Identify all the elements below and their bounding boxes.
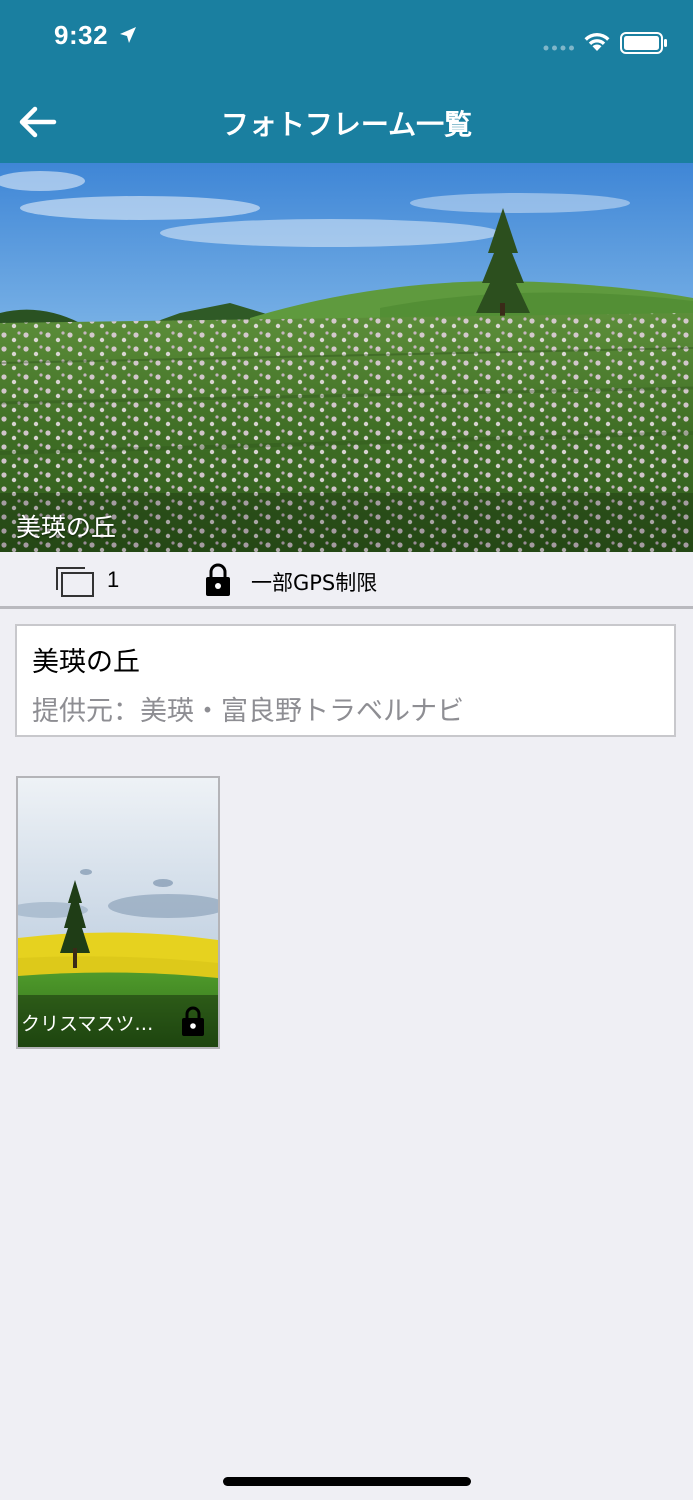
battery-icon: [620, 32, 667, 54]
status-time: 9:32: [54, 20, 109, 50]
home-indicator: [223, 1477, 471, 1486]
info-bar: 1 一部GPS制限: [0, 552, 693, 609]
location-arrow-icon: [120, 27, 136, 43]
thumbnail-label: クリスマスツ…: [21, 1013, 154, 1035]
frame-thumbnail[interactable]: クリスマスツ…: [16, 776, 220, 1049]
page-title: フォトフレーム一覧: [220, 108, 473, 141]
album-info-card: 美瑛の丘 提供元：美瑛・富良野トラベルナビ: [15, 624, 676, 737]
hero-image: 美瑛の丘: [0, 163, 693, 552]
signal-icon: [543, 45, 574, 51]
wifi-icon: [584, 33, 610, 51]
lock-icon: [206, 563, 230, 596]
album-provider: 提供元：美瑛・富良野トラベルナビ: [32, 696, 464, 727]
navigation-bar: フォトフレーム一覧: [0, 80, 693, 163]
frames-stack-icon: [56, 567, 94, 597]
hero-title: 美瑛の丘: [16, 513, 117, 542]
lock-icon: [182, 1006, 204, 1036]
frame-count: 1: [107, 567, 120, 592]
status-bar: 9:32: [0, 0, 693, 80]
thumbnail-caption: クリスマスツ…: [18, 995, 218, 1047]
album-title: 美瑛の丘: [32, 647, 140, 678]
gps-restriction-label: 一部GPS制限: [251, 571, 378, 595]
landscape-photo: [0, 163, 693, 552]
